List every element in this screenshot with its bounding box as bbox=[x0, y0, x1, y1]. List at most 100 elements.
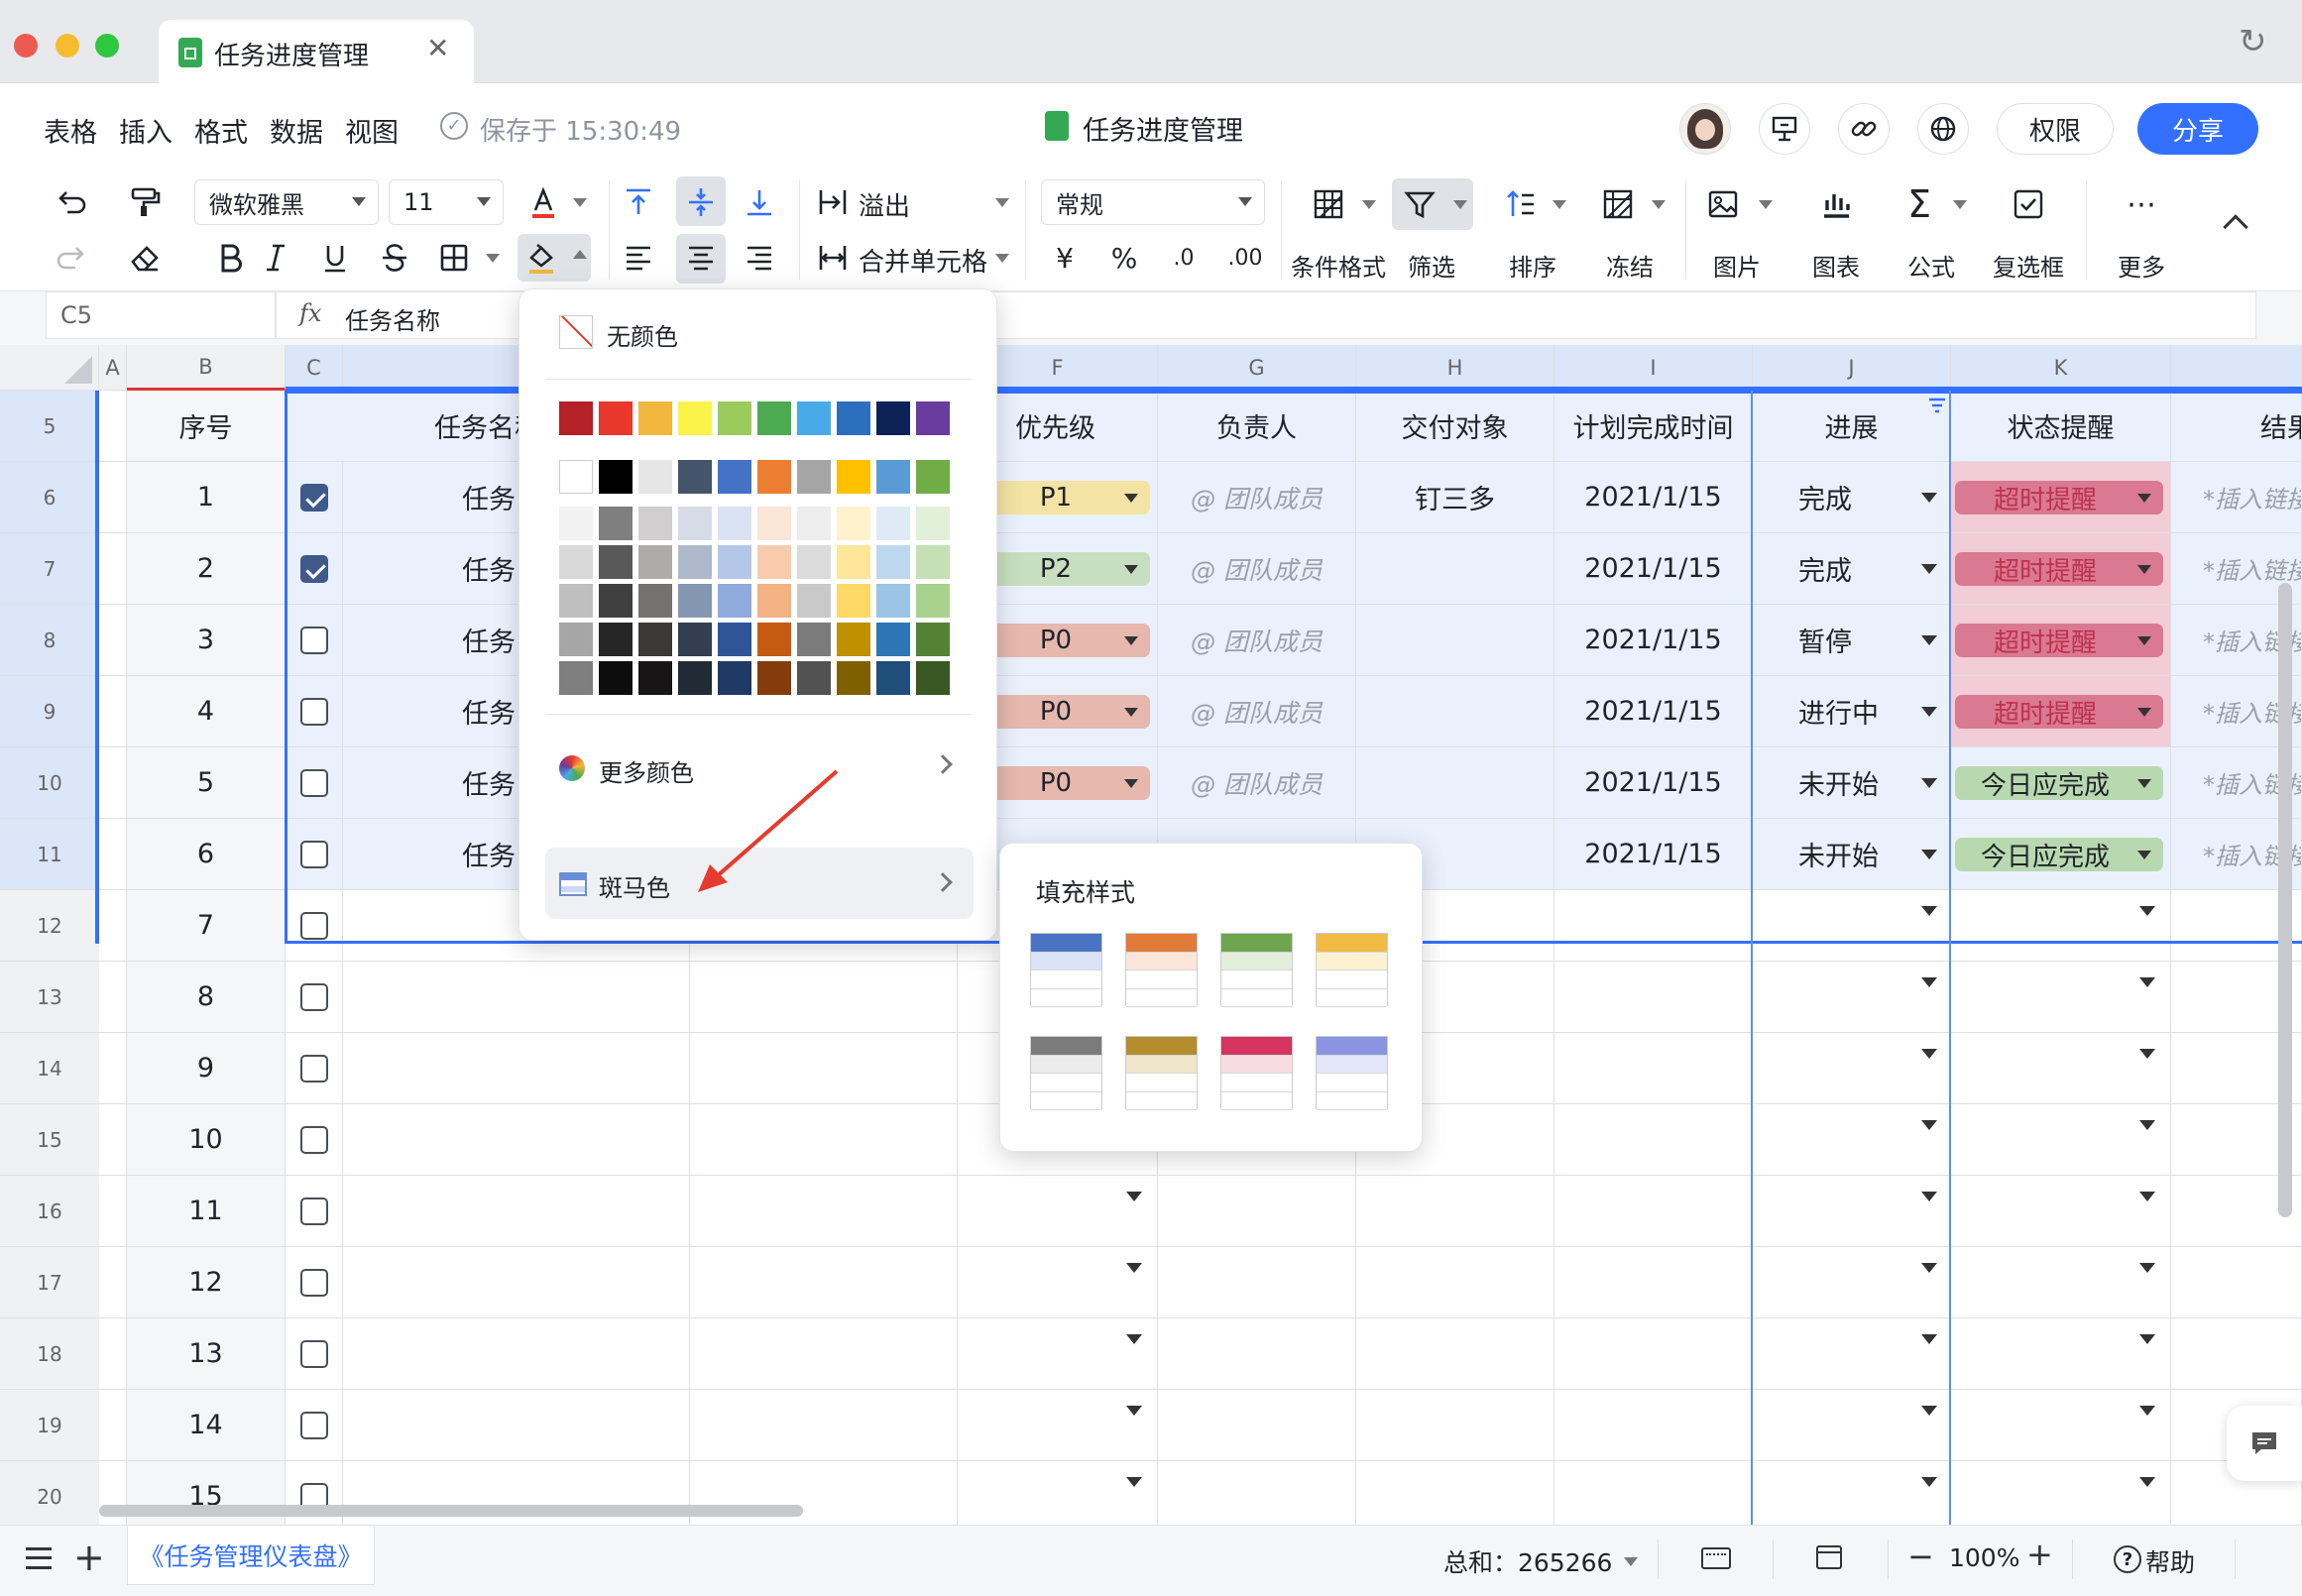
color-swatch[interactable] bbox=[678, 545, 712, 579]
close-tab-icon[interactable]: ✕ bbox=[426, 32, 449, 64]
status-dropdown-icon[interactable] bbox=[2139, 1334, 2155, 1344]
checkbox-unchecked[interactable] bbox=[299, 1197, 328, 1225]
freeze-icon[interactable] bbox=[1596, 182, 1640, 226]
color-swatch[interactable] bbox=[678, 623, 712, 656]
cell-checkbox[interactable] bbox=[286, 890, 343, 962]
freeze-dropdown[interactable] bbox=[1652, 200, 1666, 209]
color-swatch[interactable] bbox=[559, 584, 593, 618]
cell-deliver[interactable] bbox=[1356, 747, 1554, 819]
cell-progress[interactable]: 暂停 bbox=[1753, 605, 1951, 676]
checkbox-icon[interactable] bbox=[2007, 182, 2050, 226]
priority-dropdown-icon[interactable] bbox=[1126, 1334, 1142, 1344]
cell-deliver[interactable] bbox=[1356, 605, 1554, 676]
cell-deliver[interactable] bbox=[1356, 1390, 1554, 1461]
merge-dropdown[interactable] bbox=[995, 254, 1009, 263]
progress-dropdown-icon[interactable] bbox=[1921, 850, 1937, 859]
sheet-list-icon[interactable] bbox=[26, 1547, 52, 1569]
cell-a[interactable] bbox=[99, 462, 127, 533]
cell-plan-time[interactable]: 2021/1/15 bbox=[1554, 605, 1753, 676]
color-swatch[interactable] bbox=[638, 545, 672, 579]
color-swatch[interactable] bbox=[837, 460, 870, 494]
color-swatch[interactable] bbox=[757, 661, 791, 695]
sheet-tab[interactable]: 《任务管理仪表盘》 bbox=[127, 1526, 375, 1585]
cell-progress[interactable] bbox=[1753, 1247, 1951, 1318]
row-header[interactable]: 16 bbox=[0, 1176, 99, 1247]
progress-dropdown-icon[interactable] bbox=[1921, 1049, 1937, 1059]
cell-seq[interactable]: 10 bbox=[127, 1104, 286, 1176]
permission-button[interactable]: 权限 bbox=[1997, 103, 2114, 155]
status-select[interactable]: 超时提醒 bbox=[1955, 624, 2163, 658]
cell-seq[interactable]: 14 bbox=[127, 1390, 286, 1461]
language-button[interactable] bbox=[1917, 103, 1969, 155]
align-bottom-icon[interactable] bbox=[738, 180, 781, 224]
share-button[interactable]: 分享 bbox=[2137, 103, 2258, 155]
color-swatch[interactable] bbox=[559, 460, 593, 494]
checkbox-unchecked[interactable] bbox=[299, 1268, 328, 1297]
color-swatch[interactable] bbox=[916, 661, 950, 695]
cell-seq[interactable]: 7 bbox=[127, 890, 286, 962]
format-painter-icon[interactable] bbox=[123, 180, 167, 224]
cell-a[interactable] bbox=[99, 1390, 127, 1461]
decrease-decimal-button[interactable]: .0 bbox=[1164, 236, 1204, 280]
cell-progress[interactable] bbox=[1753, 1461, 1951, 1525]
status-dropdown-icon[interactable] bbox=[2139, 906, 2155, 916]
row-header[interactable]: 6 bbox=[0, 462, 99, 533]
color-swatch[interactable] bbox=[559, 623, 593, 656]
priority-dropdown-icon[interactable] bbox=[1126, 1477, 1142, 1487]
color-swatch[interactable] bbox=[678, 661, 712, 695]
cell-a[interactable] bbox=[99, 747, 127, 819]
cell-status[interactable]: 超时提醒 bbox=[1951, 605, 2171, 676]
cell-owner[interactable] bbox=[1158, 1176, 1356, 1247]
cell-plan-time[interactable]: 2021/1/15 bbox=[1554, 747, 1753, 819]
cell-e[interactable] bbox=[690, 1104, 958, 1176]
status-select[interactable]: 超时提醒 bbox=[1955, 481, 2163, 515]
column-header-c[interactable]: C bbox=[286, 345, 343, 391]
cell-seq[interactable]: 9 bbox=[127, 1033, 286, 1104]
filter-dropdown[interactable] bbox=[1453, 200, 1467, 209]
cell-plan-time[interactable] bbox=[1554, 1461, 1753, 1525]
progress-dropdown-icon[interactable] bbox=[1921, 1406, 1937, 1416]
color-swatch[interactable] bbox=[678, 460, 712, 494]
menu-insert[interactable]: 插入 bbox=[119, 111, 173, 150]
cell-deliver[interactable] bbox=[1356, 676, 1554, 747]
merge-cells-icon[interactable] bbox=[811, 236, 855, 280]
conditional-format-icon[interactable] bbox=[1307, 182, 1350, 226]
font-size-select[interactable]: 11 bbox=[389, 179, 504, 225]
cell-priority[interactable] bbox=[958, 1318, 1158, 1390]
progress-dropdown-icon[interactable] bbox=[1921, 707, 1937, 717]
cell-progress[interactable]: 完成 bbox=[1753, 533, 1951, 605]
color-swatch[interactable] bbox=[638, 661, 672, 695]
column-header-j[interactable]: J bbox=[1753, 345, 1951, 391]
color-swatch[interactable] bbox=[718, 507, 751, 540]
formula-label[interactable]: 公式 bbox=[1907, 248, 1955, 283]
color-swatch[interactable] bbox=[599, 401, 633, 435]
color-swatch[interactable] bbox=[797, 661, 831, 695]
cell-plan-time[interactable]: 2021/1/15 bbox=[1554, 676, 1753, 747]
color-swatch[interactable] bbox=[797, 545, 831, 579]
border-dropdown[interactable] bbox=[486, 254, 500, 263]
progress-dropdown-icon[interactable] bbox=[1921, 977, 1937, 987]
color-swatch[interactable] bbox=[757, 401, 791, 435]
cell-owner[interactable]: @ 团队成员 bbox=[1158, 605, 1356, 676]
help-icon[interactable]: ? bbox=[2114, 1545, 2141, 1573]
help-label[interactable]: 帮助 bbox=[2145, 1543, 2195, 1579]
cell-priority[interactable] bbox=[958, 1390, 1158, 1461]
cell-a[interactable] bbox=[99, 676, 127, 747]
row-header[interactable]: 14 bbox=[0, 1033, 99, 1104]
chart-icon[interactable] bbox=[1814, 182, 1858, 226]
header-status[interactable]: 状态提醒 bbox=[1951, 391, 2171, 462]
cell-a[interactable] bbox=[99, 391, 127, 462]
color-swatch[interactable] bbox=[678, 401, 712, 435]
cell-seq[interactable]: 5 bbox=[127, 747, 286, 819]
overflow-dropdown[interactable] bbox=[995, 198, 1009, 207]
cell-status[interactable] bbox=[1951, 1318, 2171, 1390]
zebra-style-option[interactable] bbox=[1125, 933, 1198, 1007]
color-swatch[interactable] bbox=[559, 661, 593, 695]
cell-task[interactable] bbox=[343, 1247, 690, 1318]
progress-dropdown-icon[interactable] bbox=[1921, 1263, 1937, 1273]
cell-checkbox[interactable] bbox=[286, 676, 343, 747]
zebra-style-option[interactable] bbox=[1220, 933, 1293, 1007]
cell-checkbox[interactable] bbox=[286, 1104, 343, 1176]
cell-owner[interactable] bbox=[1158, 1390, 1356, 1461]
cell-status[interactable]: 超时提醒 bbox=[1951, 462, 2171, 533]
